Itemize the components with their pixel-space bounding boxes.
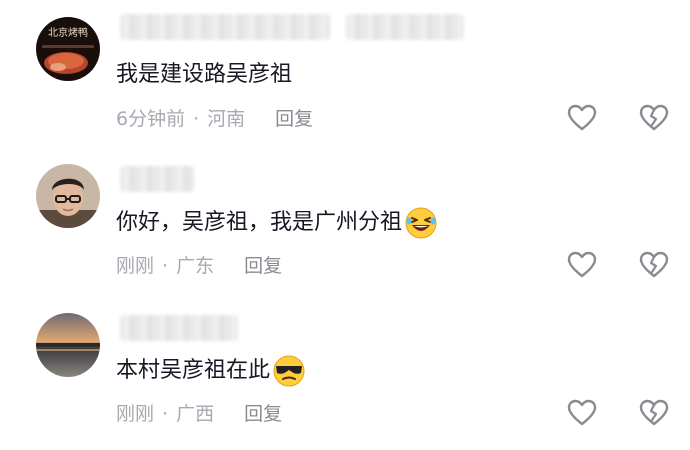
broken-heart-icon[interactable]: [639, 251, 669, 279]
avatar-logo-text: 北京烤鸭: [48, 26, 88, 39]
avatar[interactable]: [36, 164, 100, 228]
comment-item: 北京烤鸭 我是建设路吴彦祖 6分钟前 · 河南 回复: [0, 0, 690, 150]
comment-item: 本村吴彦祖在此 刚刚 · 广西 回复: [0, 300, 690, 450]
comment-time: 刚刚: [116, 403, 155, 425]
comment-text-content: 你好，吴彦祖，我是广州分祖: [116, 210, 403, 235]
comment-meta: 6分钟前 · 河南 回复: [116, 106, 313, 132]
broken-heart-icon[interactable]: [639, 104, 669, 132]
reply-button[interactable]: 回复: [244, 401, 282, 427]
comment-location: 广西: [176, 403, 215, 425]
username-blurred: [120, 315, 238, 341]
reply-button[interactable]: 回复: [244, 253, 282, 279]
comment-item: 你好，吴彦祖，我是广州分祖 刚刚 · 广东 回复: [0, 150, 690, 300]
avatar-image: [36, 313, 100, 377]
heart-icon[interactable]: [567, 399, 597, 427]
broken-heart-icon[interactable]: [639, 399, 669, 427]
heart-icon[interactable]: [567, 104, 597, 132]
avatar[interactable]: [36, 313, 100, 377]
meta-separator: ·: [162, 403, 169, 425]
comment-text: 你好，吴彦祖，我是广州分祖: [116, 206, 438, 240]
comment-text-content: 我是建设路吴彦祖: [116, 62, 293, 87]
comment-location: 河南: [207, 108, 246, 130]
sunglasses-emoji-icon: [273, 355, 305, 387]
comment-text-content: 本村吴彦祖在此: [116, 358, 271, 383]
comment-meta: 刚刚 · 广东 回复: [116, 253, 282, 279]
avatar-image: 北京烤鸭: [36, 17, 100, 81]
laughing-emoji-icon: [405, 207, 437, 239]
comment-text: 本村吴彦祖在此: [116, 354, 306, 388]
meta-separator: ·: [162, 255, 169, 277]
comment-location: 广东: [176, 255, 215, 277]
username-blurred: [120, 14, 330, 40]
heart-icon[interactable]: [567, 251, 597, 279]
comment-text: 我是建设路吴彦祖: [116, 60, 292, 90]
comment-time: 6分钟前: [116, 108, 186, 130]
avatar[interactable]: 北京烤鸭: [36, 17, 100, 81]
username-blurred: [120, 166, 194, 192]
username-blurred: [346, 14, 464, 40]
reply-button[interactable]: 回复: [275, 106, 313, 132]
meta-separator: ·: [193, 108, 200, 130]
comment-meta: 刚刚 · 广西 回复: [116, 401, 282, 427]
avatar-image: [36, 164, 100, 228]
comment-time: 刚刚: [116, 255, 155, 277]
